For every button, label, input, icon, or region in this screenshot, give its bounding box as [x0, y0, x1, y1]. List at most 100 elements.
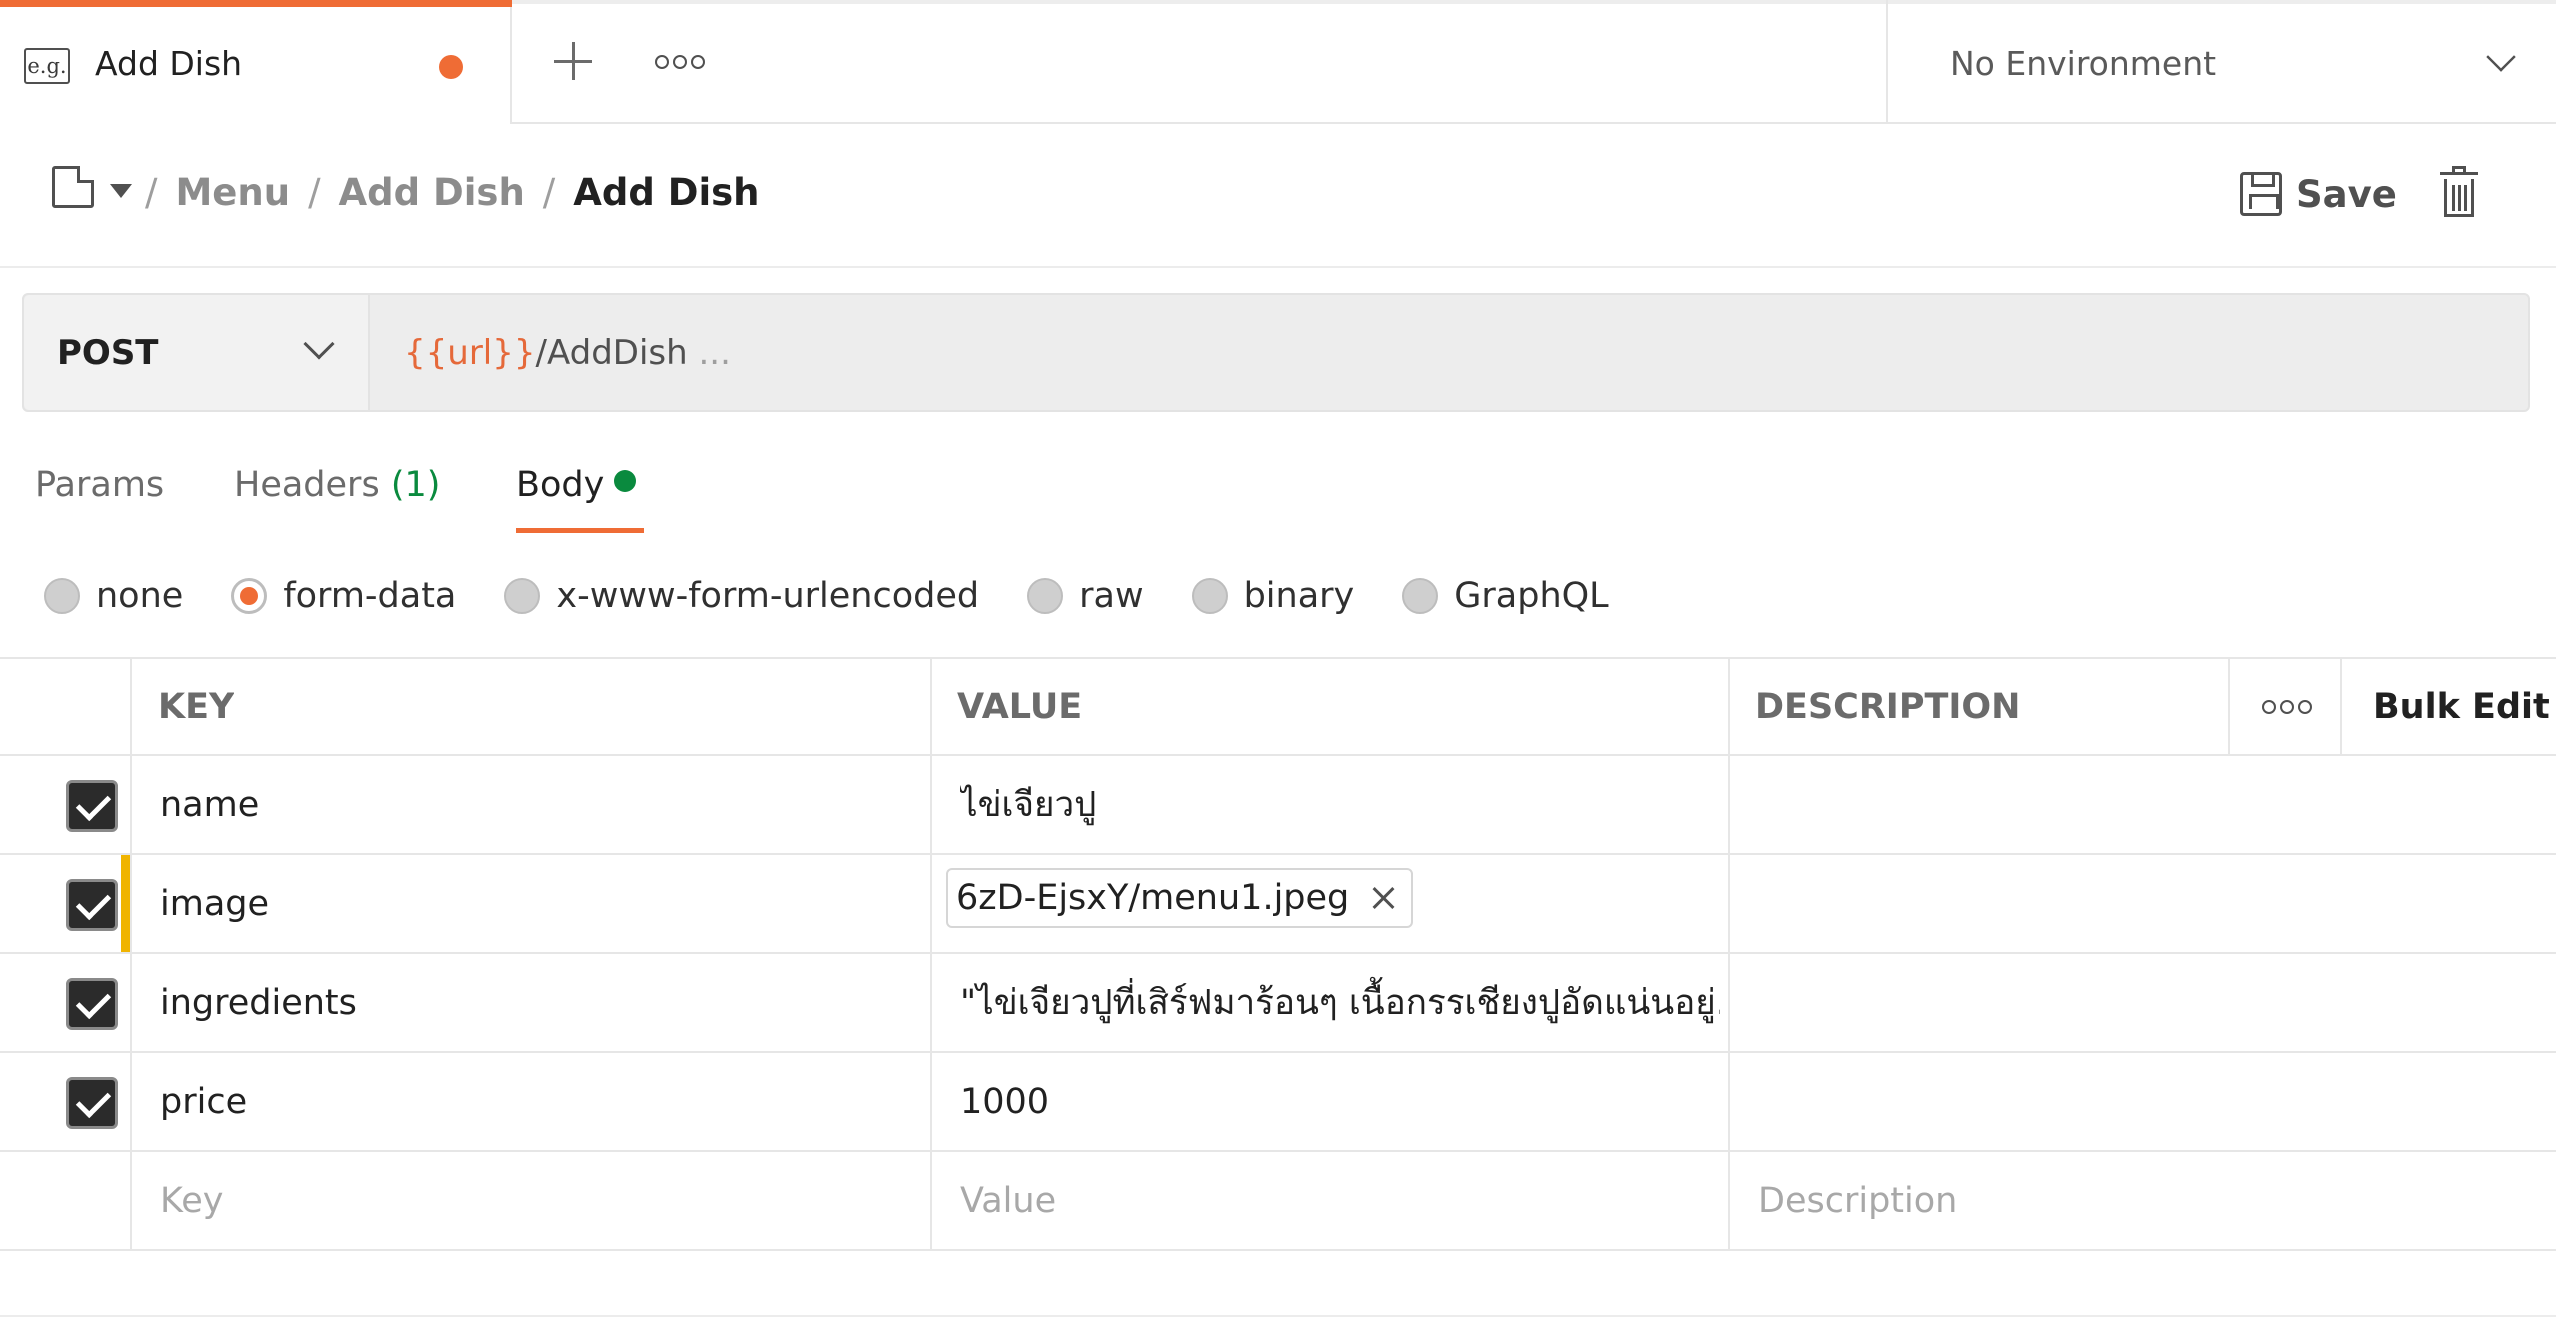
table-row-new: Key Value Description — [0, 1152, 2556, 1251]
breadcrumb-item-menu[interactable]: Menu — [175, 171, 290, 214]
row-enabled-checkbox[interactable] — [66, 780, 118, 832]
column-divider — [130, 954, 132, 1051]
row-key-cell[interactable]: image — [160, 855, 269, 952]
radio-none[interactable]: none — [44, 576, 183, 616]
tab-params[interactable]: Params — [35, 465, 164, 505]
tab-body[interactable]: Body — [516, 465, 637, 505]
radio-button[interactable] — [1191, 578, 1228, 614]
column-header-value: VALUE — [957, 686, 1083, 727]
breadcrumb-separator: / — [145, 171, 158, 214]
radio-label: binary — [1243, 576, 1355, 616]
table-options-more-icon[interactable] — [2262, 659, 2312, 754]
active-tab-indicator — [0, 0, 512, 7]
row-enabled-checkbox[interactable] — [66, 1077, 118, 1129]
tab-options-more-icon[interactable] — [655, 48, 711, 76]
bulk-edit-button[interactable]: Bulk Edit — [2373, 659, 2550, 754]
radio-button[interactable] — [504, 578, 541, 614]
radio-form-data[interactable]: form-data — [231, 576, 456, 616]
more-dot — [2298, 699, 2312, 714]
column-header-description: DESCRIPTION — [1755, 686, 2021, 727]
new-value-input[interactable]: Value — [960, 1152, 1056, 1249]
table-row: ingredients "ไข่เจียวปูที่เสิร์ฟมาร้อนๆ … — [0, 954, 2556, 1053]
environment-label: No Environment — [1950, 44, 2217, 83]
http-method-select[interactable]: POST — [24, 295, 370, 410]
trash-icon[interactable] — [2440, 166, 2478, 218]
column-divider — [130, 1152, 132, 1249]
headers-count: (1) — [390, 465, 441, 505]
file-chip[interactable]: 6zD-EjsxY/menu1.jpeg — [946, 868, 1414, 928]
table-header-row: KEY VALUE DESCRIPTION Bulk Edit — [0, 657, 2556, 756]
row-enabled-checkbox[interactable] — [66, 879, 118, 931]
trash-stripe — [2452, 185, 2455, 211]
column-divider — [930, 756, 932, 853]
row-description-cell[interactable] — [1730, 1053, 2556, 1150]
column-divider — [2228, 659, 2230, 754]
column-header-key: KEY — [158, 686, 235, 727]
tab-add-dish[interactable]: e.g. Add Dish — [0, 0, 512, 124]
request-tab-bar: e.g. Add Dish No Environment — [0, 0, 2556, 124]
url-input[interactable]: {{url}}/AddDish ... — [404, 333, 731, 373]
breadcrumb-separator: / — [542, 171, 556, 214]
tab-body-label: Body — [516, 465, 605, 505]
request-file-icon[interactable] — [52, 166, 94, 208]
url-path: /AddDish — [535, 333, 688, 373]
url-variable: {{url}} — [404, 333, 536, 373]
new-key-input[interactable]: Key — [160, 1152, 223, 1249]
radio-button-selected[interactable] — [231, 578, 268, 614]
file-name: 6zD-EjsxY/menu1.jpeg — [956, 878, 1350, 918]
row-description-cell[interactable] — [1730, 855, 2556, 952]
column-divider — [130, 756, 132, 853]
row-value-cell[interactable]: 1000 — [960, 1053, 1049, 1150]
radio-label: x-www-form-urlencoded — [556, 576, 980, 616]
tab-headers[interactable]: Headers (1) — [234, 465, 440, 505]
new-description-input[interactable]: Description — [1758, 1152, 1957, 1249]
radio-x-www-form-urlencoded[interactable]: x-www-form-urlencoded — [504, 576, 979, 616]
request-url-bar: POST {{url}}/AddDish ... — [22, 293, 2530, 412]
active-tab-underline — [516, 528, 644, 533]
row-key-cell[interactable]: name — [160, 756, 259, 853]
radio-label: form-data — [283, 576, 457, 616]
radio-binary[interactable]: binary — [1191, 576, 1355, 616]
column-divider — [930, 659, 932, 754]
radio-raw[interactable]: raw — [1027, 576, 1144, 616]
row-description-cell[interactable] — [1730, 756, 2556, 853]
remove-file-close-icon[interactable] — [1371, 886, 1395, 910]
breadcrumb: / Menu / Add Dish / Add Dish — [145, 171, 760, 214]
radio-label: GraphQL — [1454, 576, 1609, 616]
breadcrumb-item-add-dish-folder[interactable]: Add Dish — [339, 171, 525, 214]
column-divider — [130, 855, 132, 952]
column-divider — [130, 1053, 132, 1150]
table-row: image 6zD-EjsxY/menu1.jpeg — [0, 855, 2556, 954]
tab-title: Add Dish — [95, 44, 243, 83]
chevron-down-icon — [2486, 42, 2516, 72]
unsaved-changes-dot[interactable] — [439, 55, 463, 79]
section-divider — [0, 1315, 2556, 1317]
row-description-cell[interactable] — [1730, 954, 2556, 1051]
row-value-cell[interactable]: "ไข่เจียวปูที่เสิร์ฟมาร้อนๆ เนื้อกรรเชีย… — [960, 954, 1720, 1051]
new-tab-plus-icon[interactable] — [548, 36, 600, 88]
caret-down-icon[interactable] — [110, 184, 132, 198]
radio-button[interactable] — [44, 578, 80, 614]
row-modified-marker — [121, 855, 130, 952]
row-key-cell[interactable]: ingredients — [160, 954, 357, 1051]
column-divider — [930, 855, 932, 952]
save-button[interactable]: Save — [2240, 168, 2397, 220]
environment-selector[interactable]: No Environment — [1886, 0, 2556, 124]
radio-button[interactable] — [1402, 578, 1439, 614]
row-enabled-checkbox[interactable] — [66, 978, 118, 1030]
breadcrumb-current-request[interactable]: Add Dish — [573, 171, 759, 214]
column-divider — [930, 1053, 932, 1150]
example-request-icon: e.g. — [24, 48, 70, 84]
column-divider — [2340, 659, 2342, 754]
http-method-label: POST — [57, 333, 159, 373]
radio-graphql[interactable]: GraphQL — [1402, 576, 1609, 616]
save-label: Save — [2296, 172, 2397, 216]
tab-headers-label: Headers — [234, 465, 380, 505]
row-key-cell[interactable]: price — [160, 1053, 247, 1150]
column-divider — [1728, 1152, 1730, 1249]
radio-button[interactable] — [1027, 578, 1064, 614]
more-dot — [2280, 699, 2294, 714]
row-value-cell[interactable]: ไข่เจียวปู — [960, 756, 1096, 853]
column-divider — [1728, 659, 1730, 754]
more-dot — [2262, 699, 2276, 714]
